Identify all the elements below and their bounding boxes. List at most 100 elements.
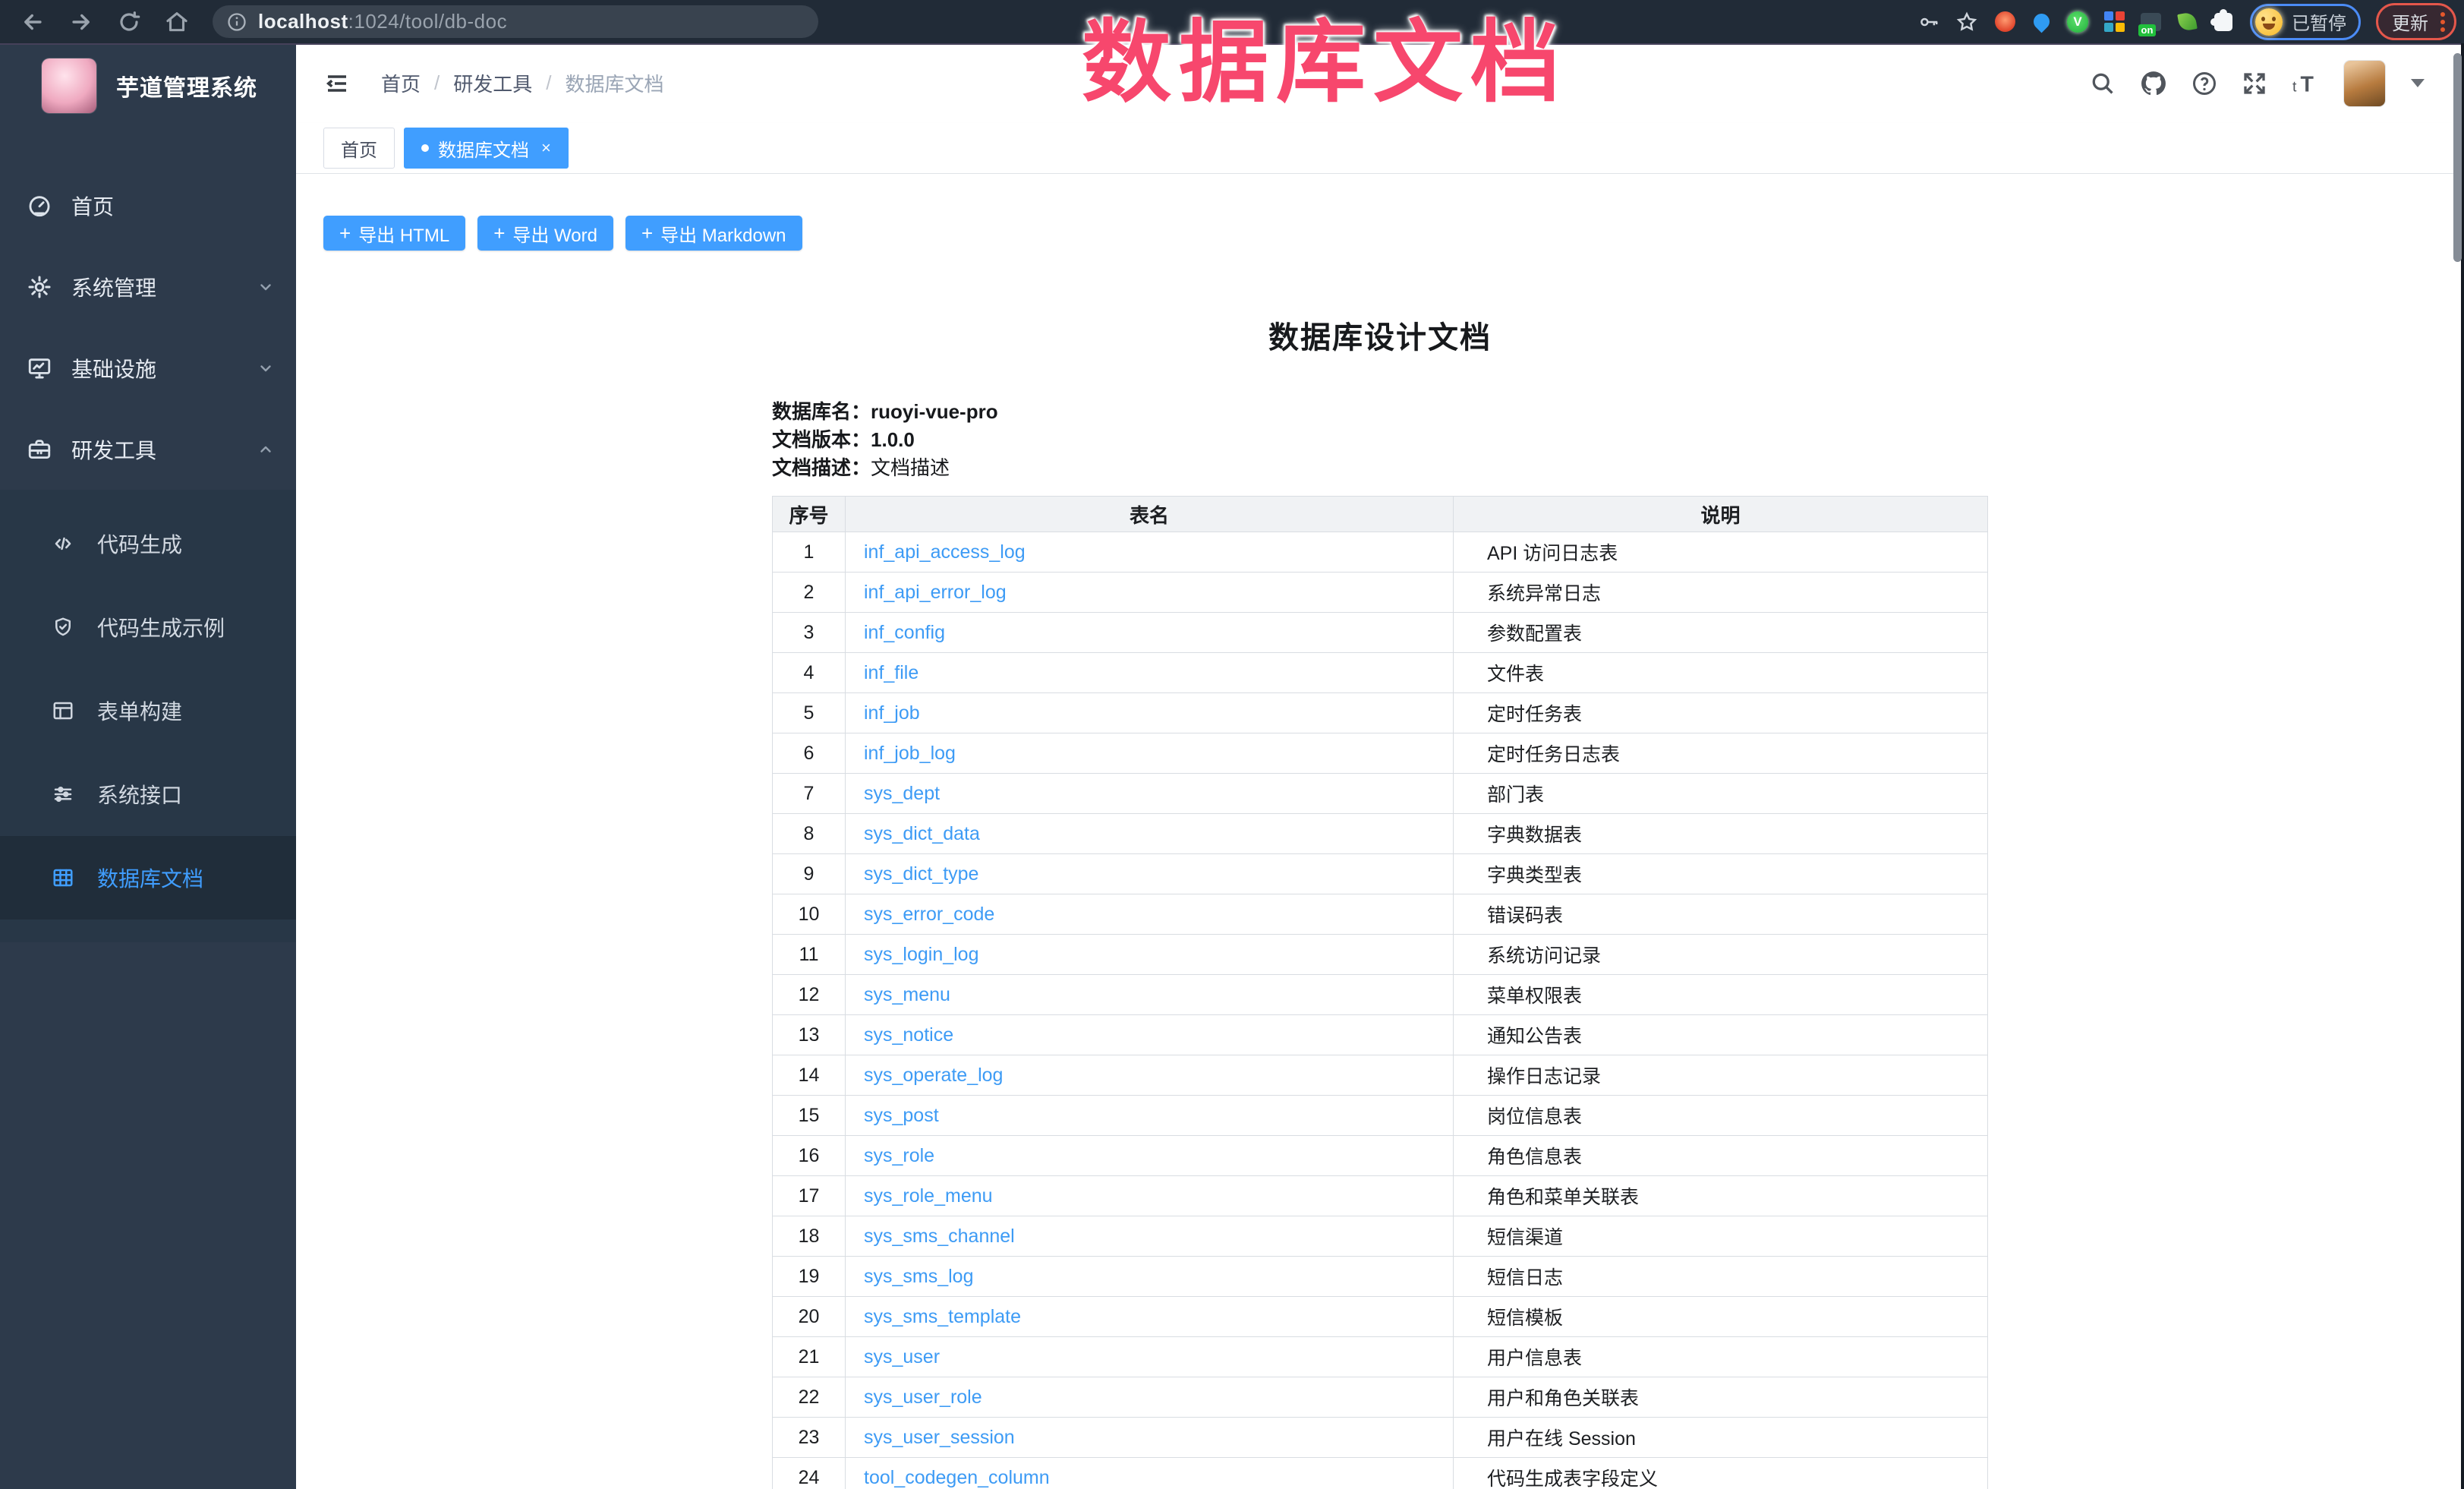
address-bar[interactable]: localhost:1024/tool/db-doc xyxy=(213,5,818,38)
sidebar-subitem-1[interactable]: 代码生成示例 xyxy=(0,585,296,669)
breadcrumb-dev-tools[interactable]: 研发工具 xyxy=(453,69,532,97)
fullscreen-icon[interactable] xyxy=(2241,70,2268,97)
browser-update-button[interactable]: 更新 xyxy=(2376,3,2456,40)
key-icon[interactable] xyxy=(1917,11,1940,33)
sidebar-subitem-0[interactable]: 代码生成 xyxy=(0,502,296,585)
row-index: 23 xyxy=(773,1418,846,1458)
table-name-link[interactable]: sys_dept xyxy=(864,783,940,804)
chevron-down-icon[interactable] xyxy=(2411,79,2425,87)
table-name-link[interactable]: sys_role_menu xyxy=(864,1185,993,1207)
row-index: 3 xyxy=(773,613,846,653)
row-index: 11 xyxy=(773,935,846,975)
back-icon[interactable] xyxy=(20,9,46,35)
table-name-link[interactable]: inf_config xyxy=(864,622,945,643)
github-icon[interactable] xyxy=(2139,69,2168,98)
table-name-link[interactable]: sys_role xyxy=(864,1145,934,1166)
breadcrumb-home[interactable]: 首页 xyxy=(381,69,421,97)
table-row: 18 sys_sms_channel 短信渠道 xyxy=(773,1216,1988,1257)
font-size-icon[interactable]: tT xyxy=(2291,70,2321,97)
sidebar-subitem-3[interactable]: 系统接口 xyxy=(0,752,296,836)
table-row: 8 sys_dict_data 字典数据表 xyxy=(773,814,1988,854)
row-description: 代码生成表字段定义 xyxy=(1454,1458,1988,1489)
sidebar-item-1[interactable]: 系统管理 xyxy=(0,246,296,327)
export-html-button[interactable]: + 导出 HTML xyxy=(323,216,465,251)
table-row: 2 inf_api_error_log 系统异常日志 xyxy=(773,573,1988,613)
table-name-link[interactable]: sys_post xyxy=(864,1105,939,1126)
table-row: 9 sys_dict_type 字典类型表 xyxy=(773,854,1988,894)
forward-icon[interactable] xyxy=(68,9,94,35)
table-name-link[interactable]: sys_user xyxy=(864,1346,940,1368)
table-name-link[interactable]: inf_api_access_log xyxy=(864,541,1026,563)
green-v-ext-icon[interactable]: V xyxy=(2066,11,2089,33)
tab-1[interactable]: 数据库文档 × xyxy=(404,128,569,169)
sidebar-item-2[interactable]: 基础设施 xyxy=(0,327,296,409)
leaf-ext-icon[interactable] xyxy=(2176,11,2198,33)
row-description: 定时任务表 xyxy=(1454,693,1988,733)
reload-icon[interactable] xyxy=(117,10,141,34)
app-title: 芋道管理系统 xyxy=(116,69,257,103)
row-description: 用户信息表 xyxy=(1454,1337,1988,1377)
col-header-table-name: 表名 xyxy=(846,497,1454,532)
table-row: 17 sys_role_menu 角色和菜单关联表 xyxy=(773,1176,1988,1216)
row-index: 5 xyxy=(773,693,846,733)
table-name-link[interactable]: inf_job xyxy=(864,702,920,724)
sidebar-subitem-2[interactable]: 表单构建 xyxy=(0,669,296,752)
table-name-link[interactable]: sys_dict_data xyxy=(864,823,980,844)
switcher-ext-icon[interactable]: on xyxy=(2139,11,2162,33)
url-path: :1024/tool/db-doc xyxy=(348,10,507,33)
table-name-link[interactable]: sys_sms_channel xyxy=(864,1226,1015,1247)
table-name-link[interactable]: tool_codegen_column xyxy=(864,1467,1050,1488)
table-name-link[interactable]: sys_notice xyxy=(864,1024,953,1046)
export-word-button[interactable]: + 导出 Word xyxy=(477,216,613,251)
help-icon[interactable] xyxy=(2191,70,2218,97)
table-row: 12 sys_menu 菜单权限表 xyxy=(773,975,1988,1015)
sidebar-subitem-label: 代码生成示例 xyxy=(97,612,225,642)
table-name-link[interactable]: sys_user_session xyxy=(864,1427,1015,1448)
collapse-sidebar-icon[interactable] xyxy=(323,70,351,97)
blue-pin-ext-icon[interactable] xyxy=(2030,11,2053,33)
sidebar-subitem-4[interactable]: 数据库文档 xyxy=(0,836,296,920)
kebab-menu-icon[interactable] xyxy=(2440,12,2445,32)
row-index: 2 xyxy=(773,573,846,613)
table-name-link[interactable]: sys_error_code xyxy=(864,904,994,925)
sidebar-item-3[interactable]: 研发工具 xyxy=(0,409,296,490)
search-icon[interactable] xyxy=(2089,70,2116,97)
row-description: 参数配置表 xyxy=(1454,613,1988,653)
table-row: 4 inf_file 文件表 xyxy=(773,653,1988,693)
table-name-link[interactable]: inf_file xyxy=(864,662,918,683)
table-name-link[interactable]: inf_job_log xyxy=(864,743,956,764)
table-name-link[interactable]: sys_user_role xyxy=(864,1386,982,1408)
tab-label: 首页 xyxy=(341,135,377,162)
table-name-link[interactable]: sys_sms_log xyxy=(864,1266,974,1287)
page-scrollbar[interactable] xyxy=(2453,53,2462,262)
sidebar-logo[interactable]: 芋道管理系统 xyxy=(0,43,296,128)
export-button-row: + 导出 HTML + 导出 Word + 导出 Markdown xyxy=(296,216,2464,251)
table-name-link[interactable]: inf_api_error_log xyxy=(864,582,1007,603)
puzzle-ext-icon[interactable] xyxy=(2212,11,2235,33)
table-name-link[interactable]: sys_login_log xyxy=(864,944,979,965)
table-name-link[interactable]: sys_operate_log xyxy=(864,1065,1003,1086)
code-icon xyxy=(49,532,77,555)
monitor-icon xyxy=(24,355,55,381)
info-icon[interactable] xyxy=(226,11,247,33)
close-tab-icon[interactable]: × xyxy=(541,140,551,156)
url-text[interactable]: localhost:1024/tool/db-doc xyxy=(258,10,507,33)
row-index: 24 xyxy=(773,1458,846,1489)
export-markdown-button[interactable]: + 导出 Markdown xyxy=(625,216,802,251)
red-circle-ext-icon[interactable] xyxy=(1993,11,2016,33)
logo-image xyxy=(42,58,96,113)
sidebar-item-0[interactable]: 首页 xyxy=(0,165,296,246)
tab-0[interactable]: 首页 xyxy=(323,128,395,169)
table-name-link[interactable]: sys_menu xyxy=(864,984,950,1005)
row-description: 系统访问记录 xyxy=(1454,935,1988,975)
breadcrumb-separator: / xyxy=(434,71,440,95)
pixel-grid-ext-icon[interactable] xyxy=(2103,11,2125,33)
row-description: 字典类型表 xyxy=(1454,854,1988,894)
home-icon[interactable] xyxy=(164,9,190,35)
sidebar-item-label: 系统管理 xyxy=(71,272,156,302)
browser-profile-chip[interactable]: 已暂停 xyxy=(2250,4,2361,40)
star-icon[interactable] xyxy=(1955,11,1978,33)
table-name-link[interactable]: sys_dict_type xyxy=(864,863,978,885)
user-avatar[interactable] xyxy=(2344,61,2385,106)
table-name-link[interactable]: sys_sms_template xyxy=(864,1306,1021,1327)
